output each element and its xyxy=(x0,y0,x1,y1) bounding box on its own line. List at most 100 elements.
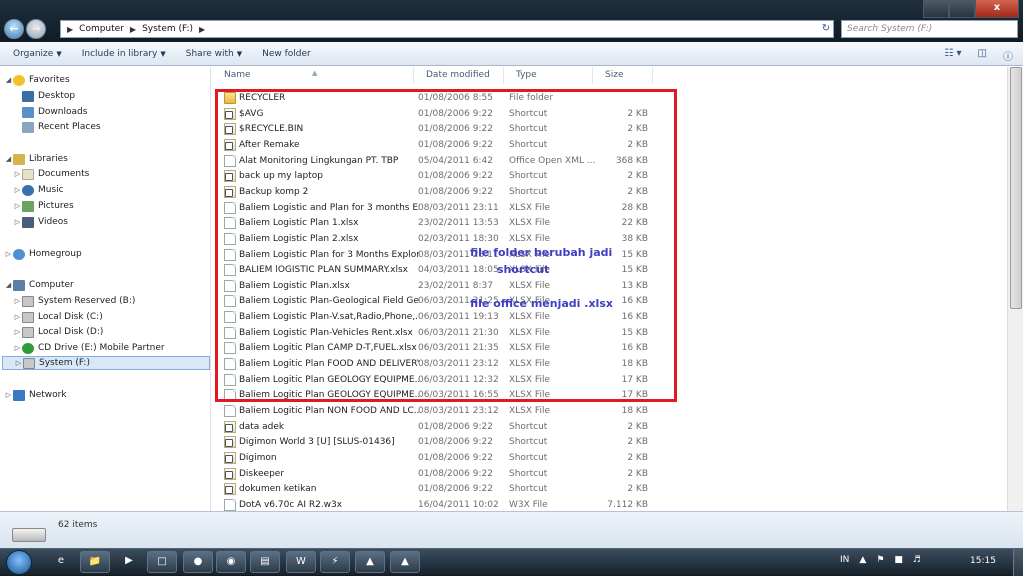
minimize-button[interactable] xyxy=(923,0,949,18)
collapse-arrow-icon[interactable]: ▷ xyxy=(13,218,22,226)
file-row[interactable]: DotA v6.70c AI R2.w3x 16/04/2011 10:02 W3X… xyxy=(212,497,1007,511)
collapse-arrow-icon[interactable]: ▷ xyxy=(4,250,13,258)
expand-arrow-icon[interactable]: ◢ xyxy=(4,155,13,163)
view-controls: ☷ ▾ ◫ ⓘ xyxy=(944,48,1013,63)
flag-icon[interactable]: ⚑ xyxy=(876,555,884,565)
collapse-arrow-icon[interactable]: ▷ xyxy=(13,186,22,194)
file-row[interactable]: Baliem Logitic Plan FOOD AND DELIVERY...… xyxy=(212,356,1007,371)
views-icon[interactable]: ☷ ▾ xyxy=(944,48,961,63)
file-row[interactable]: Backup komp 2 01/08/2006 9:22 Shortcut 2 KB xyxy=(212,184,1007,199)
collapse-arrow-icon[interactable]: ▷ xyxy=(14,359,23,367)
sidebar-item-music[interactable]: ▷ Music xyxy=(13,183,64,197)
sidebar-item-computer[interactable]: ◢ Computer xyxy=(4,278,74,292)
file-row[interactable]: back up my laptop 01/08/2006 9:22 Shortcut… xyxy=(212,168,1007,183)
refresh-icon[interactable]: ↻ xyxy=(818,20,834,38)
sidebar-item-drive-f[interactable]: ▷ System (F:) xyxy=(2,356,210,370)
column-name[interactable]: Name ▲ xyxy=(212,67,414,84)
show-desktop-button[interactable] xyxy=(1013,549,1023,576)
file-row[interactable]: Baliem Logitic Plan GEOLOGY EQUIPME... 06… xyxy=(212,372,1007,387)
sidebar-item-drive-c[interactable]: ▷ Local Disk (C:) xyxy=(13,310,103,324)
file-row[interactable]: Baliem Logistic Plan 1.xlsx 23/02/2011 13… xyxy=(212,215,1007,230)
column-size[interactable]: Size xyxy=(593,67,653,84)
clock[interactable]: 15:15 xyxy=(970,556,996,566)
ie-icon[interactable]: e xyxy=(46,551,76,573)
organize-button[interactable]: Organize ▼ xyxy=(13,49,62,59)
file-name: Baliem Logistic Plan for 3 Months Explor… xyxy=(239,249,419,260)
column-type[interactable]: Type xyxy=(504,67,593,84)
file-row[interactable]: Baliem Logistic Plan.xlsx 23/02/2011 8:37… xyxy=(212,278,1007,293)
sidebar-item-recent-places[interactable]: Recent Places xyxy=(22,120,101,134)
app-taskbar-icon[interactable]: □ xyxy=(147,551,177,573)
explorer-taskbar-icon[interactable]: 📁 xyxy=(80,551,110,573)
file-row[interactable]: Alat Monitoring Lingkungan PT. TBP 05/04/… xyxy=(212,153,1007,168)
document-taskbar-icon[interactable]: ▤ xyxy=(250,551,280,573)
expand-arrow-icon[interactable]: ◢ xyxy=(4,281,13,289)
tray-arrow-icon[interactable]: ▲ xyxy=(859,555,866,565)
sidebar-item-pictures[interactable]: ▷ Pictures xyxy=(13,199,74,213)
maximize-button[interactable] xyxy=(949,0,975,18)
file-row[interactable]: Baliem Logistic and Plan for 3 months Ex… xyxy=(212,200,1007,215)
file-row[interactable]: Baliem Logistic Plan-V.sat,Radio,Phone,.… xyxy=(212,309,1007,324)
back-button[interactable]: ← xyxy=(4,19,24,39)
address-bar[interactable]: ▶ Computer ▶ System (F:) ▶ xyxy=(60,20,834,38)
file-row[interactable]: RECYCLER 01/08/2006 8:55 File folder xyxy=(212,90,1007,105)
file-row[interactable]: Digimon 01/08/2006 9:22 Shortcut 2 KB xyxy=(212,450,1007,465)
sidebar-item-drive-b[interactable]: ▷ System Reserved (B:) xyxy=(13,294,135,308)
collapse-arrow-icon[interactable]: ▷ xyxy=(13,202,22,210)
collapse-arrow-icon[interactable]: ▷ xyxy=(13,328,22,336)
collapse-arrow-icon[interactable]: ▷ xyxy=(13,344,22,352)
sidebar-item-favorites[interactable]: ◢ Favorites xyxy=(4,73,70,87)
sidebar-item-desktop[interactable]: Desktop xyxy=(22,89,75,103)
winamp-icon[interactable]: ⚡ xyxy=(320,551,350,573)
column-date-modified[interactable]: Date modified xyxy=(414,67,504,84)
volume-icon[interactable]: ♬ xyxy=(913,555,921,565)
sidebar-item-network[interactable]: ▷ Network xyxy=(4,388,67,402)
preview-pane-icon[interactable]: ◫ xyxy=(978,48,987,63)
file-row[interactable]: Baliem Logistic Plan 2.xlsx 02/03/2011 18… xyxy=(212,231,1007,246)
search-input[interactable]: Search System (F:) xyxy=(841,20,1018,38)
language-indicator[interactable]: IN xyxy=(840,555,849,565)
new-folder-button[interactable]: New folder xyxy=(262,49,311,59)
file-row[interactable]: Baliem Logistic Plan-Vehicles Rent.xlsx 0… xyxy=(212,325,1007,340)
file-row[interactable]: $AVG 01/08/2006 9:22 Shortcut 2 KB xyxy=(212,106,1007,121)
network-tray-icon[interactable]: ■ xyxy=(894,555,903,565)
collapse-arrow-icon[interactable]: ▷ xyxy=(4,391,13,399)
sidebar-item-drive-d[interactable]: ▷ Local Disk (D:) xyxy=(13,325,103,339)
word-icon[interactable]: W xyxy=(286,551,316,573)
sidebar-item-drive-e[interactable]: ▷ CD Drive (E:) Mobile Partner xyxy=(13,341,165,355)
file-row[interactable]: Diskeeper 01/08/2006 9:22 Shortcut 2 KB xyxy=(212,466,1007,481)
red-app-icon[interactable]: ▲ xyxy=(355,551,385,573)
file-row[interactable]: Baliem Logitic Plan GEOLOGY EQUIPME... 06… xyxy=(212,387,1007,402)
file-row[interactable]: $RECYCLE.BIN 01/08/2006 9:22 Shortcut 2 KB xyxy=(212,121,1007,136)
red-app-icon[interactable]: ▲ xyxy=(390,551,420,573)
sidebar-item-videos[interactable]: ▷ Videos xyxy=(13,215,68,229)
forward-button[interactable]: → xyxy=(26,19,46,39)
share-with-button[interactable]: Share with ▼ xyxy=(186,49,242,59)
sidebar-item-documents[interactable]: ▷ Documents xyxy=(13,167,89,181)
file-row[interactable]: Baliem Logitic Plan NON FOOD AND LC... 08… xyxy=(212,403,1007,418)
sidebar-item-homegroup[interactable]: ▷ Homegroup xyxy=(4,247,82,261)
collapse-arrow-icon[interactable]: ▷ xyxy=(13,313,22,321)
breadcrumb-system-f[interactable]: System (F:) xyxy=(142,24,193,34)
scrollbar-thumb[interactable] xyxy=(1010,67,1022,309)
file-row[interactable]: data adek 01/08/2006 9:22 Shortcut 2 KB xyxy=(212,419,1007,434)
chrome-icon[interactable]: ◉ xyxy=(216,551,246,573)
file-row[interactable]: Digimon World 3 [U] [SLUS-01436] 01/08/20… xyxy=(212,434,1007,449)
sidebar-item-libraries[interactable]: ◢ Libraries xyxy=(4,152,68,166)
green-app-icon[interactable]: ● xyxy=(183,551,213,573)
file-row[interactable]: BALIEM lOGISTIC PLAN SUMMARY.xlsx 04/03/2… xyxy=(212,262,1007,277)
vertical-scrollbar[interactable] xyxy=(1007,67,1023,511)
help-icon[interactable]: ⓘ xyxy=(1003,48,1013,63)
close-button[interactable]: x xyxy=(975,0,1019,18)
breadcrumb-computer[interactable]: Computer xyxy=(79,24,124,34)
collapse-arrow-icon[interactable]: ▷ xyxy=(13,170,22,178)
media-player-icon[interactable]: ▶ xyxy=(114,551,144,573)
collapse-arrow-icon[interactable]: ▷ xyxy=(13,297,22,305)
include-in-library-button[interactable]: Include in library ▼ xyxy=(82,49,166,59)
sidebar-item-downloads[interactable]: Downloads xyxy=(22,105,87,119)
start-button[interactable] xyxy=(6,550,32,575)
file-row[interactable]: Baliem Logitic Plan CAMP D-T,FUEL.xlsx 06… xyxy=(212,340,1007,355)
expand-arrow-icon[interactable]: ◢ xyxy=(4,76,13,84)
file-row[interactable]: After Remake 01/08/2006 9:22 Shortcut 2 KB xyxy=(212,137,1007,152)
file-row[interactable]: dokumen ketikan 01/08/2006 9:22 Shortcut 2 … xyxy=(212,481,1007,496)
